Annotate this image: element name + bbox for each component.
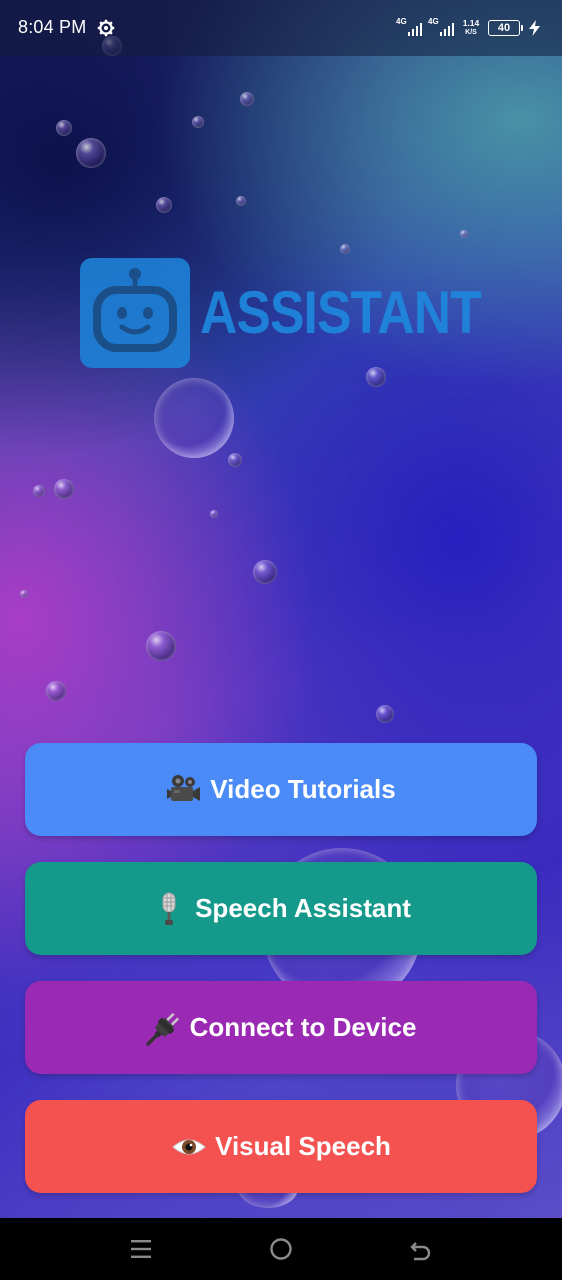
signal-strength-icon: 4G	[396, 17, 422, 38]
bubble	[376, 705, 394, 723]
charging-bolt-icon	[529, 20, 540, 36]
battery-level: 40	[497, 22, 511, 34]
video-camera-icon	[167, 774, 201, 801]
bubble	[76, 138, 106, 168]
bubble	[340, 244, 350, 254]
navigation-bar	[0, 1218, 562, 1280]
status-icons: 4G 4G 1.14 K/S 40	[396, 17, 540, 39]
bubble	[54, 479, 74, 499]
bubble	[56, 120, 72, 136]
bubble	[228, 453, 242, 467]
status-time: 8:04 PM	[18, 17, 87, 37]
menu-icon[interactable]	[128, 1237, 154, 1261]
bubble	[33, 485, 45, 497]
app-logo: ASSISTANT	[80, 258, 482, 368]
bubble	[366, 367, 386, 387]
connect-to-device-label: Connect to Device	[189, 1012, 417, 1042]
status-bar: 8:04 PM 4G 4G 1.14 K/S 40	[0, 0, 562, 56]
bubble	[20, 590, 28, 598]
network-speed: 1.14 K/S	[460, 19, 482, 37]
bubble	[236, 196, 246, 206]
microphone-icon	[162, 892, 176, 925]
bubble	[460, 230, 468, 238]
video-tutorials-button[interactable]: Video Tutorials	[25, 743, 537, 836]
connect-to-device-button[interactable]: Connect to Device	[25, 981, 537, 1074]
speech-assistant-button[interactable]: Speech Assistant	[25, 862, 537, 955]
plug-icon	[145, 1012, 179, 1046]
bubble	[240, 92, 254, 106]
speech-assistant-label: Speech Assistant	[195, 893, 411, 923]
visual-speech-label: Visual Speech	[215, 1131, 391, 1161]
visual-speech-button[interactable]: Visual Speech	[25, 1100, 537, 1193]
battery-icon: 40	[488, 20, 523, 36]
network-type-label: 4G	[428, 17, 439, 26]
logo-text: ASSISTANT	[200, 279, 482, 346]
gear-icon	[97, 19, 115, 37]
main-menu: Video Tutorials Speech Assistant Connect…	[25, 743, 537, 1219]
bubble	[146, 631, 176, 661]
eye-icon	[172, 1139, 206, 1154]
bubble	[253, 560, 277, 584]
network-type-label: 4G	[396, 17, 407, 26]
bubble	[192, 116, 204, 128]
home-icon[interactable]	[268, 1237, 294, 1261]
large-bubble	[154, 378, 234, 458]
network-speed-value: 1.14	[462, 18, 480, 28]
signal-strength-icon: 4G	[428, 17, 454, 38]
bubble	[210, 510, 218, 518]
bubble	[46, 681, 66, 701]
back-icon[interactable]	[408, 1237, 434, 1261]
robot-icon	[80, 258, 190, 368]
app-screen: 8:04 PM 4G 4G 1.14 K/S 40 ASSISTANT Vide…	[0, 0, 562, 1280]
bubble	[156, 197, 172, 213]
video-tutorials-label: Video Tutorials	[210, 774, 396, 804]
network-speed-unit: K/S	[465, 29, 477, 36]
